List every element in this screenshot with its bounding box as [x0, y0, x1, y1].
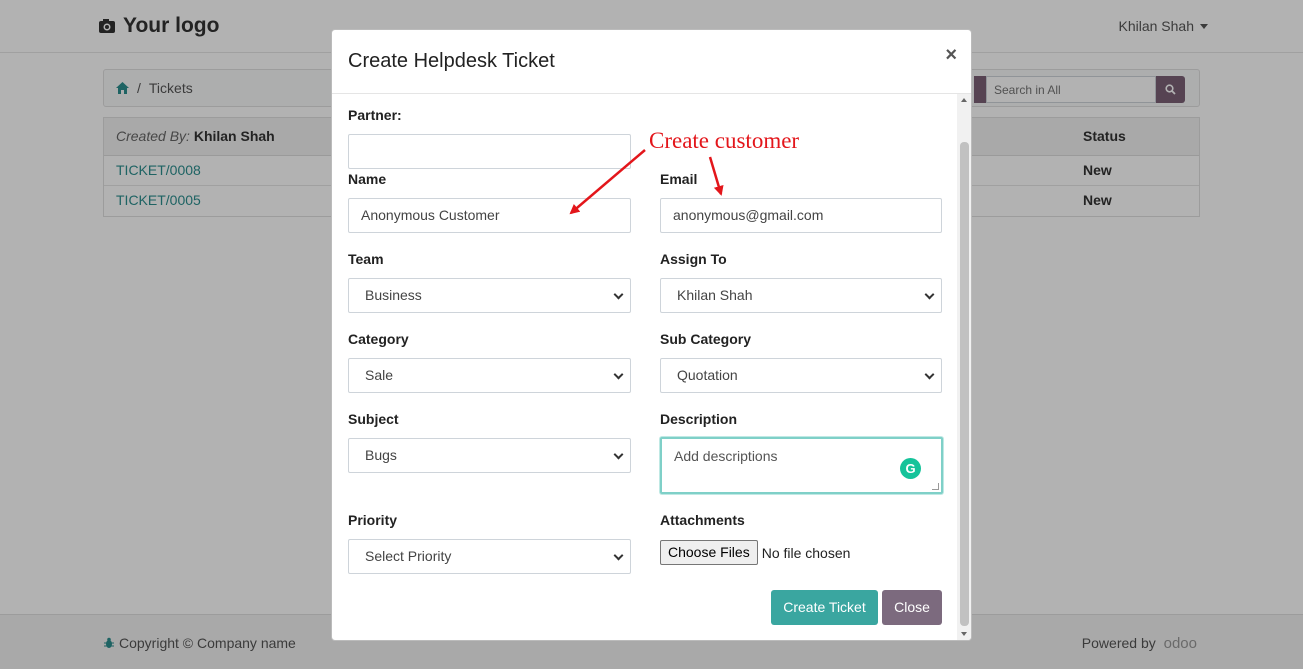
partner-input[interactable]: [348, 134, 631, 169]
subject-selected: Bugs: [365, 447, 397, 463]
close-icon[interactable]: ×: [945, 44, 957, 67]
subcategory-selected: Quotation: [677, 367, 738, 383]
description-textarea[interactable]: Add descriptions G: [660, 437, 943, 494]
priority-label: Priority: [348, 512, 398, 528]
subcategory-select[interactable]: Quotation: [660, 358, 942, 393]
chevron-down-icon: [924, 369, 935, 380]
subject-label: Subject: [348, 411, 399, 427]
scroll-down-icon[interactable]: [961, 632, 967, 636]
create-ticket-modal: Create Helpdesk Ticket × Partner: Name A…: [331, 29, 972, 641]
modal-scrollbar[interactable]: [957, 94, 971, 640]
description-label: Description: [660, 411, 738, 427]
category-select[interactable]: Sale: [348, 358, 631, 393]
partner-label: Partner:: [348, 107, 402, 123]
choose-files-button[interactable]: Choose Files: [660, 540, 758, 565]
description-placeholder: Add descriptions: [674, 448, 778, 464]
category-selected: Sale: [365, 367, 394, 383]
subject-select[interactable]: Bugs: [348, 438, 631, 473]
grammarly-icon[interactable]: G: [900, 458, 921, 479]
assign-select[interactable]: Khilan Shah: [660, 278, 942, 313]
close-button[interactable]: Close: [882, 590, 942, 625]
file-status: No file chosen: [761, 544, 851, 561]
assign-label: Assign To: [660, 251, 727, 267]
priority-selected: Select Priority: [365, 548, 452, 564]
name-input[interactable]: Anonymous Customer: [348, 198, 631, 233]
modal-title: Create Helpdesk Ticket: [348, 50, 555, 72]
modal-body: Partner: Name Anonymous Customer Email a…: [332, 94, 958, 640]
assign-selected: Khilan Shah: [677, 287, 753, 303]
annotation-text: Create customer: [649, 128, 800, 153]
subcategory-label: Sub Category: [660, 331, 752, 347]
team-select[interactable]: Business: [348, 278, 631, 313]
chevron-down-icon: [613, 369, 624, 380]
resize-handle[interactable]: [932, 483, 939, 490]
chevron-down-icon: [924, 289, 935, 300]
chevron-down-icon: [613, 449, 624, 460]
scroll-up-icon[interactable]: [961, 98, 967, 102]
team-selected: Business: [365, 287, 422, 303]
chevron-down-icon: [613, 550, 624, 561]
file-input: Choose Files No file chosen: [660, 540, 850, 565]
scroll-thumb[interactable]: [960, 142, 969, 626]
email-input[interactable]: anonymous@gmail.com: [660, 198, 942, 233]
name-label: Name: [348, 171, 387, 187]
category-label: Category: [348, 331, 409, 347]
attachments-label: Attachments: [660, 512, 745, 528]
create-ticket-button[interactable]: Create Ticket: [771, 590, 878, 625]
priority-select[interactable]: Select Priority: [348, 539, 631, 574]
modal-header: Create Helpdesk Ticket ×: [332, 30, 971, 94]
chevron-down-icon: [613, 289, 624, 300]
email-label: Email: [660, 171, 698, 187]
team-label: Team: [348, 251, 384, 267]
